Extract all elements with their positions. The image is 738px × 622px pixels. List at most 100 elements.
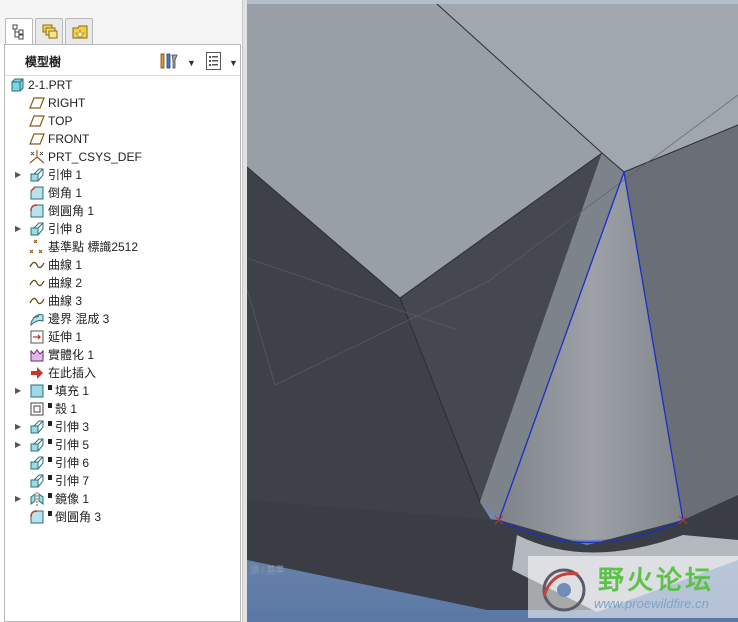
shell-icon (29, 401, 45, 417)
solidify-icon (29, 347, 45, 363)
navigator-panel: 模型樹 ▼ ▼ 2-1.PRT RIGHT TOP FRONT PRT_CSYS… (0, 0, 244, 622)
forum-watermark: 野火论坛 www.proewildfire.cn (528, 556, 738, 618)
tree-item-label: FRONT (48, 130, 89, 148)
tree-item-text: 基準點 標識2512 (48, 240, 139, 254)
tree-item-label: 曲線 1 (48, 256, 82, 274)
tree-item-text: 填充 1 (55, 384, 90, 398)
model-tree-header: 模型樹 ▼ ▼ (5, 45, 240, 76)
tree-item[interactable]: 倒角 1 (5, 184, 240, 202)
expand-arrow-icon[interactable]: ▶ (15, 418, 25, 436)
tree-item[interactable]: 曲線 1 (5, 256, 240, 274)
expand-arrow-icon[interactable]: ▶ (15, 382, 25, 400)
tree-item-label: 實體化 1 (48, 346, 94, 364)
chevron-down-icon: ▼ (187, 58, 196, 68)
expand-arrow-icon[interactable]: ▶ (15, 436, 25, 454)
curve-icon (29, 275, 45, 291)
tree-item[interactable]: ▶ 鏡像 1 (5, 490, 240, 508)
tree-item[interactable]: ▶ 引伸 1 (5, 166, 240, 184)
model-tree-title: 模型樹 (25, 55, 62, 69)
tree-item-label: 引伸 7 (48, 472, 89, 490)
tree-item-text: 倒圓角 1 (48, 204, 95, 218)
tree-item[interactable]: 倒圓角 1 (5, 202, 240, 220)
unregenerated-marker-icon (48, 493, 52, 498)
unregenerated-marker-icon (48, 421, 52, 426)
extrude-icon (29, 455, 45, 471)
model-render (247, 0, 738, 622)
tree-item[interactable]: ▶ 填充 1 (5, 382, 240, 400)
tree-settings-button[interactable]: ▼ (159, 51, 196, 71)
tab-favorites[interactable] (65, 18, 93, 44)
tree-item[interactable]: 曲線 2 (5, 274, 240, 292)
extrude-icon (29, 419, 45, 435)
tree-item[interactable]: 邊界 混成 3 (5, 310, 240, 328)
unregenerated-marker-icon (48, 511, 52, 516)
tree-item-text: 2-1.PRT (28, 78, 73, 92)
datum-plane-icon (29, 95, 45, 111)
expand-arrow-icon[interactable]: ▶ (15, 166, 25, 184)
tree-columns-button[interactable]: ▼ (205, 51, 239, 71)
tree-item[interactable]: ▶ 引伸 3 (5, 418, 240, 436)
round-icon (29, 509, 45, 525)
tree-item-label: 引伸 5 (48, 436, 89, 454)
chevron-down-icon: ▼ (229, 58, 238, 68)
tree-item-label: 引伸 6 (48, 454, 89, 472)
tree-item-label: 延伸 1 (48, 328, 82, 346)
unregenerated-marker-icon (48, 475, 52, 480)
tree-item-text: 倒角 1 (48, 186, 83, 200)
tree-item-text: 實體化 1 (48, 348, 95, 362)
tree-item-label: 填充 1 (48, 382, 89, 400)
graphics-viewport[interactable]: 頂 / 基準 (247, 0, 738, 622)
tree-item[interactable]: 曲線 3 (5, 292, 240, 310)
tree-item[interactable]: 引伸 6 (5, 454, 240, 472)
tree-item[interactable]: TOP (5, 112, 240, 130)
tree-item[interactable]: 殼 1 (5, 400, 240, 418)
tree-item-text: 曲線 1 (48, 258, 83, 272)
extrude-icon (29, 437, 45, 453)
tab-layers[interactable] (35, 18, 63, 44)
tree-item-text: 引伸 6 (55, 456, 90, 470)
tree-item-text: 曲線 2 (48, 276, 83, 290)
tree-item-label: 曲線 3 (48, 292, 82, 310)
model-tree-items: 2-1.PRT RIGHT TOP FRONT PRT_CSYS_DEF ▶ 引伸 1 倒角 … (5, 76, 240, 526)
tree-item-text: 引伸 5 (55, 438, 90, 452)
tree-item[interactable]: ▶ 引伸 8 (5, 220, 240, 238)
watermark-logo-icon (534, 560, 592, 619)
tree-item[interactable]: ▶ 引伸 5 (5, 436, 240, 454)
tree-item-label: TOP (48, 112, 72, 130)
extend-icon (29, 329, 45, 345)
extrude-icon (29, 167, 45, 183)
insert-here-arrow-icon (29, 365, 45, 381)
tree-item-label: 邊界 混成 3 (48, 310, 109, 328)
tree-item[interactable]: RIGHT (5, 94, 240, 112)
tree-item[interactable]: FRONT (5, 130, 240, 148)
tree-item[interactable]: 延伸 1 (5, 328, 240, 346)
tab-model-tree[interactable] (5, 18, 33, 45)
extrude-icon (29, 473, 45, 489)
tree-item[interactable]: PRT_CSYS_DEF (5, 148, 240, 166)
boundary-blend-icon (29, 311, 45, 327)
expand-arrow-icon[interactable]: ▶ (15, 220, 25, 238)
tree-item[interactable]: 倒圓角 3 (5, 508, 240, 526)
expand-arrow-icon[interactable]: ▶ (15, 490, 25, 508)
fill-icon (29, 383, 45, 399)
tree-item-text: 引伸 3 (55, 420, 90, 434)
unregenerated-marker-icon (48, 385, 52, 390)
tree-item-text: 倒圓角 3 (55, 510, 102, 524)
tree-item-label: 引伸 8 (48, 220, 82, 238)
tree-root-item[interactable]: 2-1.PRT (5, 76, 240, 94)
tree-item-text: 引伸 1 (48, 168, 83, 182)
tree-item[interactable]: 實體化 1 (5, 346, 240, 364)
tree-item-text: 延伸 1 (48, 330, 83, 344)
tree-item-text: 邊界 混成 3 (48, 312, 110, 326)
tree-item[interactable]: 在此插入 (5, 364, 240, 382)
tree-item-text: RIGHT (48, 96, 86, 110)
view-orientation-label: 頂 / 基準 (250, 565, 285, 575)
tree-item-label: 曲線 2 (48, 274, 82, 292)
unregenerated-marker-icon (48, 457, 52, 462)
model-tree: 模型樹 ▼ ▼ 2-1.PRT RIGHT TOP FRONT PRT_CSYS… (4, 44, 241, 622)
tree-item-label: 倒圓角 3 (48, 508, 101, 526)
tree-item-label: 殼 1 (48, 400, 77, 418)
tree-item[interactable]: 基準點 標識2512 (5, 238, 240, 256)
tree-item[interactable]: 引伸 7 (5, 472, 240, 490)
tree-item-text: PRT_CSYS_DEF (48, 150, 142, 164)
